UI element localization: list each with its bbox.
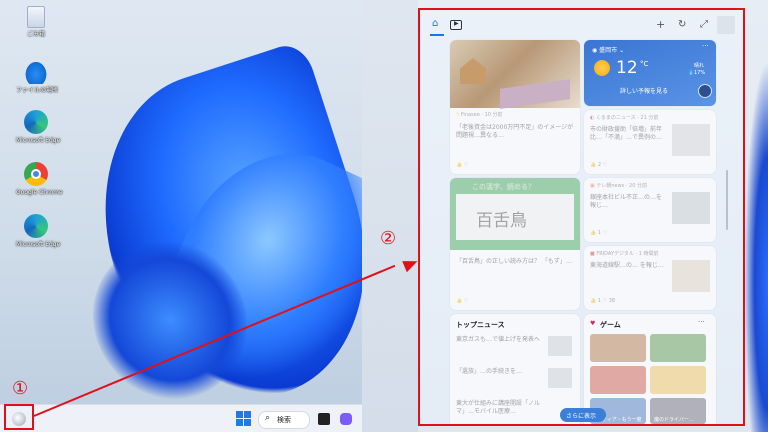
weather-location: 盛岡市 bbox=[599, 47, 618, 54]
games-title: ゲーム bbox=[600, 321, 621, 329]
expand-button[interactable]: ⤢ bbox=[700, 19, 708, 30]
desktop-icon-label: Google Chrome bbox=[16, 189, 63, 196]
location-icon: ◉ bbox=[592, 47, 598, 54]
news-thumbnail bbox=[672, 124, 710, 156]
weather-card[interactable]: ◉ 盛岡市 ⌄ ··· 12 °C 晴れ 💧 17% 詳しい予報を見る bbox=[584, 40, 716, 106]
top-news-card[interactable]: トップニュース 東京ガスも…で値上げを発表へ 「遺族」…の手続きを… 東大が仕組… bbox=[450, 314, 580, 424]
news-card-kuruma[interactable]: ◐ くるまのニュース · 21 分前 市の財政援助「倍増」前年比…「不満」…で異… bbox=[584, 110, 716, 174]
widgets-panel: ⌂ ▶ + ↻ ⤢ ϟ Finasee · 10 分前 「老後資金は2000万円… bbox=[418, 8, 745, 426]
search-label: 検索 bbox=[277, 416, 291, 424]
highlight-box-widgets-button bbox=[4, 404, 34, 430]
reactions: 👍 ♡ bbox=[456, 162, 469, 168]
more-options-icon[interactable]: ··· bbox=[702, 42, 709, 50]
top-news-item[interactable]: 「遺族」…の手続きを… bbox=[456, 368, 544, 376]
reactions: 👍 2 ♡ bbox=[590, 162, 608, 168]
annotation-step-2: ② bbox=[380, 228, 397, 249]
desktop-icon-label: ごみ箱 bbox=[26, 31, 45, 38]
edge-icon bbox=[24, 110, 48, 134]
home-icon: ⌂ bbox=[432, 18, 439, 29]
chrome-icon bbox=[24, 162, 48, 186]
show-more-button[interactable]: さらに表示 bbox=[560, 408, 606, 422]
news-image bbox=[450, 40, 580, 109]
news-thumbnail bbox=[548, 368, 572, 388]
video-icon: ▶ bbox=[454, 20, 459, 27]
search-icon: ⌕ bbox=[265, 413, 271, 423]
game-tile[interactable] bbox=[590, 334, 646, 362]
show-more-label: さらに表示 bbox=[566, 413, 597, 420]
reactions: 👍 1 ♡ 38 bbox=[590, 298, 616, 304]
desktop-icon-onedrive[interactable]: ファイルの場所 bbox=[16, 60, 59, 94]
start-button[interactable] bbox=[236, 411, 252, 427]
reactions: 👍 1 ♡ bbox=[590, 230, 608, 236]
refresh-button[interactable]: ↻ bbox=[678, 19, 686, 30]
scrollbar[interactable] bbox=[726, 170, 728, 230]
weather-forecast-link[interactable]: 詳しい予報を見る bbox=[620, 86, 668, 95]
chat-icon[interactable] bbox=[340, 413, 352, 425]
news-thumbnail bbox=[672, 260, 710, 292]
chevron-down-icon: ⌄ bbox=[619, 47, 625, 54]
top-news-item[interactable]: 東大が仕組みに講座開設「ノルマ」…モバイル医療… bbox=[456, 400, 544, 416]
news-card-tvasahi[interactable]: ▣ テレ朝news · 20 分前 銀座本社ビル不正…の…を報じ… 👍 1 ♡ bbox=[584, 178, 716, 242]
top-news-item[interactable]: 東京ガスも…で値上げを発表へ bbox=[456, 336, 544, 344]
search-box[interactable]: ⌕ 検索 bbox=[258, 411, 310, 429]
desktop-icon-chrome[interactable]: Google Chrome bbox=[16, 162, 63, 196]
desktop-icon-label: Microsoft Edge bbox=[16, 241, 61, 248]
weather-unit: °C bbox=[640, 60, 649, 68]
desktop-icon-edge-2[interactable]: Microsoft Edge bbox=[16, 214, 61, 248]
more-options-icon[interactable]: ··· bbox=[698, 318, 705, 326]
weather-rain: 17% bbox=[694, 70, 706, 76]
news-source: Finasee · 10 分前 bbox=[460, 112, 503, 118]
top-news-title: トップニュース bbox=[456, 321, 505, 329]
quiz-card-kanji[interactable]: この漢字、読める？ 百舌鳥 「百舌鳥」の正しい読み方は？ 「もず」… 👍 ♡ bbox=[450, 178, 580, 310]
recycle-bin-icon bbox=[27, 6, 45, 28]
task-view-icon[interactable] bbox=[318, 413, 330, 425]
news-source: テレ朝news · 20 分前 bbox=[596, 183, 647, 189]
annotation-step-1: ① bbox=[12, 378, 29, 399]
news-source: くるまのニュース · 21 分前 bbox=[595, 115, 659, 121]
onedrive-icon bbox=[24, 60, 48, 84]
like-count: 1 bbox=[597, 230, 602, 236]
comment-count: 38 bbox=[608, 298, 616, 304]
reactions: 👍 ♡ bbox=[456, 298, 469, 304]
news-headline: 市の財政援助「倍増」前年比…「不満」…で異例の… bbox=[590, 126, 663, 141]
game-title: 魔のドライバー… bbox=[654, 417, 694, 423]
quiz-kanji: 百舌鳥 bbox=[476, 211, 527, 231]
desktop-icon-edge[interactable]: Microsoft Edge bbox=[16, 110, 61, 144]
desktop-icon-recycle-bin[interactable]: ごみ箱 bbox=[16, 6, 56, 38]
weather-condition: 晴れ bbox=[694, 63, 705, 69]
news-card-friday[interactable]: ■ FRIDAYデジタル · 1 時間前 東海道線駅…の… を報じ… 👍 1 ♡… bbox=[584, 246, 716, 310]
game-tile[interactable] bbox=[650, 334, 706, 362]
quiz-banner: この漢字、読める？ bbox=[472, 183, 535, 191]
like-count: 2 bbox=[597, 162, 602, 168]
game-tile[interactable] bbox=[590, 366, 646, 394]
news-source: FRIDAYデジタル · 1 時間前 bbox=[596, 251, 659, 257]
news-thumbnail bbox=[672, 192, 710, 224]
game-icon: ♥ bbox=[590, 320, 596, 327]
quiz-caption: 「百舌鳥」の正しい読み方は？ 「もず」… bbox=[456, 258, 572, 265]
news-thumbnail bbox=[548, 336, 572, 356]
sun-icon bbox=[594, 60, 610, 76]
edge-icon bbox=[24, 214, 48, 238]
source-icon: ϟ bbox=[456, 112, 460, 118]
desktop-icon-label: ファイルの場所 bbox=[16, 87, 59, 94]
like-count: 1 bbox=[597, 298, 602, 304]
tab-video[interactable]: ▶ bbox=[450, 20, 462, 30]
news-card-finance[interactable]: ϟ Finasee · 10 分前 「老後資金は2000万円不足」のイメージが問… bbox=[450, 40, 580, 174]
source-icon: ■ bbox=[590, 251, 595, 257]
avatar[interactable] bbox=[717, 16, 735, 34]
source-icon: ▣ bbox=[590, 183, 595, 189]
desktop-screenshot: ごみ箱 ファイルの場所 Microsoft Edge Google Chrome… bbox=[0, 0, 362, 432]
source-icon: ◐ bbox=[590, 115, 595, 121]
news-headline: 銀座本社ビル不正…の…を報じ… bbox=[590, 194, 663, 209]
news-headline: 東海道線駅…の… を報じ… bbox=[590, 262, 664, 269]
weather-map-button[interactable] bbox=[698, 84, 712, 98]
game-tile[interactable] bbox=[650, 366, 706, 394]
add-widget-button[interactable]: + bbox=[656, 18, 665, 31]
desktop-icon-label: Microsoft Edge bbox=[16, 137, 61, 144]
news-headline: 「老後資金は2000万円不足」のイメージが問題視…異なる… bbox=[456, 124, 574, 139]
tab-home[interactable]: ⌂ bbox=[430, 18, 444, 36]
weather-temperature: 12 bbox=[616, 58, 638, 78]
